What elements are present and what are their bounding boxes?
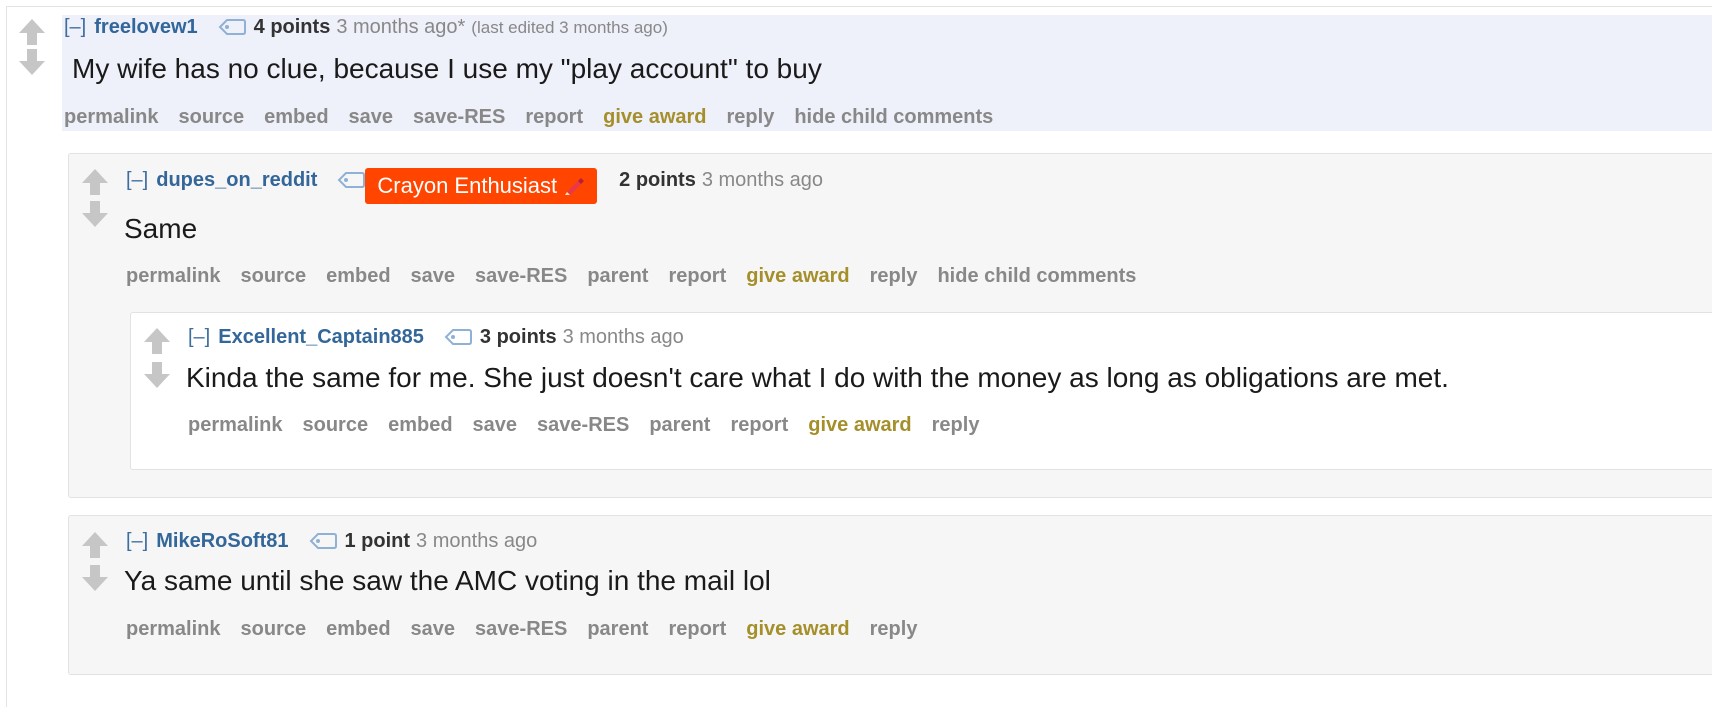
collapse-toggle[interactable]: [–] — [64, 16, 86, 38]
comment-tagline: [–] Excellent_Captain885 3 points 3 months … — [188, 325, 684, 349]
downvote-arrow-icon[interactable] — [80, 563, 110, 593]
comment-tagline: [–] freelovew1 4 points 3 months ago* (last … — [64, 15, 668, 40]
embed-button[interactable]: embed — [388, 414, 452, 436]
save-res-button[interactable]: save-RES — [537, 414, 629, 436]
downvote-arrow-icon[interactable] — [80, 199, 110, 229]
upvote-arrow-icon[interactable] — [80, 530, 110, 560]
hide-child-comments-button[interactable]: hide child comments — [794, 106, 993, 128]
comment-buttons: permalink source embed save save-RES parent re… — [188, 413, 999, 437]
score: 2 points — [619, 169, 696, 191]
score: 4 points — [253, 16, 331, 38]
tag-icon[interactable] — [309, 532, 337, 550]
collapse-toggle[interactable]: [–] — [188, 326, 210, 348]
edited-note: (last edited 3 months ago) — [471, 18, 668, 37]
author-link[interactable]: Excellent_Captain885 — [218, 326, 424, 348]
give-award-button[interactable]: give award — [603, 106, 706, 128]
embed-button[interactable]: embed — [326, 618, 390, 640]
timestamp: 3 months ago — [416, 530, 538, 552]
permalink-button[interactable]: permalink — [64, 106, 158, 128]
comment-tagline: [–] dupes_on_reddit Crayon Enthusiast 2 poi… — [126, 168, 823, 204]
hide-child-comments-button[interactable]: hide child comments — [937, 265, 1136, 287]
save-res-button[interactable]: save-RES — [475, 265, 567, 287]
comment-tagline: [–] MikeRoSoft81 1 point 3 months ago — [126, 529, 537, 553]
parent-button[interactable]: parent — [649, 414, 710, 436]
comment-body: Kinda the same for me. She just doesn't … — [186, 362, 1449, 393]
source-button[interactable]: source — [240, 618, 306, 640]
tag-icon[interactable] — [444, 328, 472, 346]
report-button[interactable]: report — [525, 106, 583, 128]
reply-button[interactable]: reply — [727, 106, 775, 128]
save-res-button[interactable]: save-RES — [475, 618, 567, 640]
upvote-arrow-icon[interactable] — [142, 326, 172, 356]
reply-button[interactable]: reply — [870, 265, 918, 287]
comment-body: Same — [124, 213, 198, 244]
collapse-toggle[interactable]: [–] — [126, 530, 148, 552]
permalink-button[interactable]: permalink — [188, 414, 282, 436]
user-flair: Crayon Enthusiast — [365, 168, 598, 204]
parent-button[interactable]: parent — [587, 618, 648, 640]
tag-icon[interactable] — [218, 18, 246, 36]
timestamp: 3 months ago* — [336, 16, 466, 38]
save-button[interactable]: save — [473, 414, 518, 436]
report-button[interactable]: report — [668, 618, 726, 640]
source-button[interactable]: source — [178, 106, 244, 128]
score: 1 point — [344, 530, 411, 552]
upvote-arrow-icon[interactable] — [17, 17, 47, 47]
reply-button[interactable]: reply — [870, 618, 918, 640]
tag-icon[interactable] — [337, 171, 366, 189]
author-link[interactable]: dupes_on_reddit — [156, 169, 317, 191]
parent-button[interactable]: parent — [587, 265, 648, 287]
embed-button[interactable]: embed — [326, 265, 390, 287]
timestamp: 3 months ago — [562, 326, 684, 348]
score: 3 points — [479, 326, 557, 348]
permalink-button[interactable]: permalink — [126, 618, 220, 640]
save-button[interactable]: save — [411, 265, 456, 287]
give-award-button[interactable]: give award — [746, 618, 849, 640]
author-link[interactable]: freelovew1 — [94, 16, 197, 38]
source-button[interactable]: source — [240, 265, 306, 287]
save-res-button[interactable]: save-RES — [413, 106, 505, 128]
report-button[interactable]: report — [730, 414, 788, 436]
embed-button[interactable]: embed — [264, 106, 328, 128]
save-button[interactable]: save — [349, 106, 394, 128]
collapse-toggle[interactable]: [–] — [126, 169, 148, 191]
save-button[interactable]: save — [411, 618, 456, 640]
downvote-arrow-icon[interactable] — [17, 47, 47, 77]
author-link[interactable]: MikeRoSoft81 — [156, 530, 288, 552]
reply-button[interactable]: reply — [932, 414, 980, 436]
report-button[interactable]: report — [668, 265, 726, 287]
comment-body: My wife has no clue, because I use my "p… — [72, 53, 822, 84]
permalink-button[interactable]: permalink — [126, 265, 220, 287]
crayon-icon — [565, 178, 585, 195]
give-award-button[interactable]: give award — [746, 265, 849, 287]
comment-buttons: permalink source embed save save-RES parent re… — [126, 264, 1156, 288]
flair-text: Crayon Enthusiast — [377, 173, 558, 198]
comment-body: Ya same until she saw the AMC voting in … — [124, 565, 771, 596]
give-award-button[interactable]: give award — [808, 414, 911, 436]
comment-buttons: permalink source embed save save-RES report gi… — [64, 105, 1013, 129]
source-button[interactable]: source — [302, 414, 368, 436]
upvote-arrow-icon[interactable] — [80, 167, 110, 197]
timestamp: 3 months ago — [701, 169, 824, 191]
comment-buttons: permalink source embed save save-RES parent re… — [126, 617, 937, 641]
downvote-arrow-icon[interactable] — [142, 360, 172, 390]
